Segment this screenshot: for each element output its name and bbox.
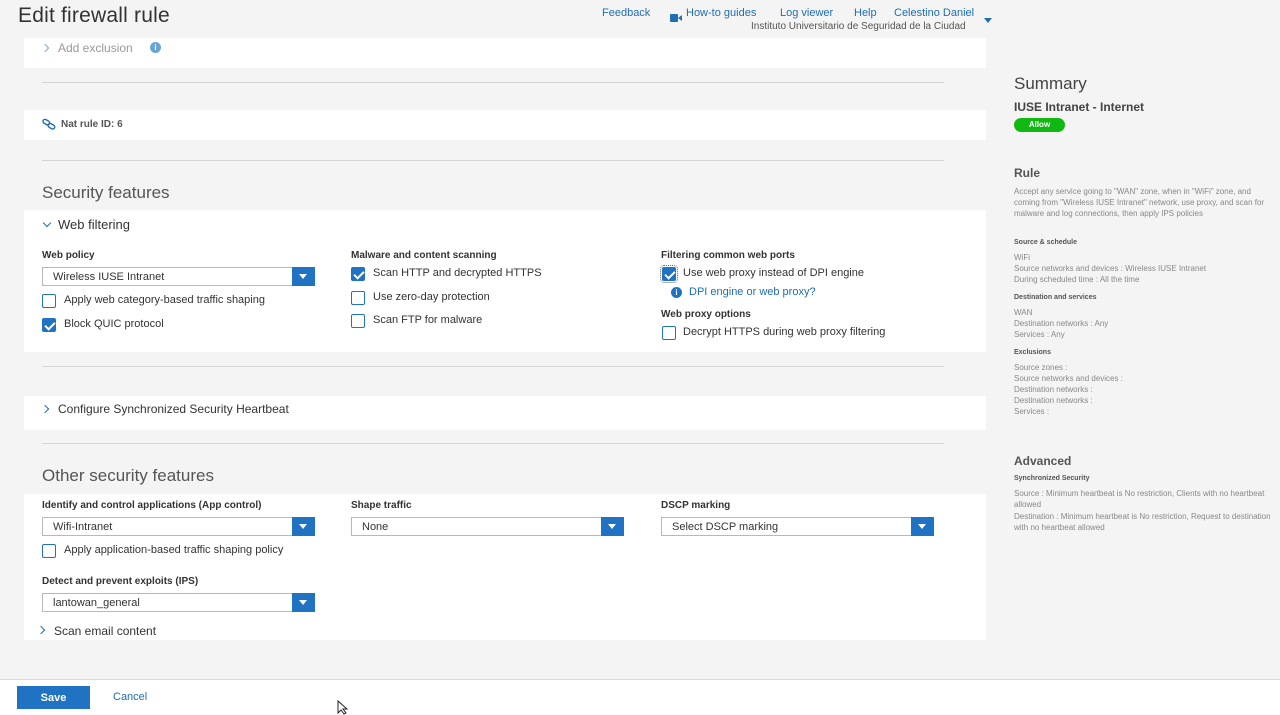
ips-select[interactable]: lantowan_general: [42, 593, 315, 612]
sync-destination-text: Destination : Minimum heartbeat is No re…: [1014, 512, 1271, 532]
chevron-right-icon[interactable]: [40, 404, 50, 414]
summary-line: Destination networks :: [1014, 396, 1093, 405]
summary-line: WAN: [1014, 308, 1033, 317]
save-button[interactable]: Save: [17, 686, 90, 709]
nat-rule-card: Nat rule ID: 6: [24, 110, 986, 140]
summary-line: Source zones :: [1014, 363, 1068, 372]
scan-http-checkbox[interactable]: [351, 267, 365, 281]
dscp-marking-label: DSCP marking: [661, 500, 731, 511]
summary-line: Services : Any: [1014, 330, 1065, 339]
heartbeat-card: Configure Synchronized Security Heartbea…: [24, 396, 986, 430]
how-to-guides-link[interactable]: How-to guides: [686, 7, 756, 19]
status-badge: Allow: [1014, 118, 1065, 132]
video-camera-icon: [670, 9, 682, 22]
help-link[interactable]: Help: [854, 7, 877, 19]
dropdown-arrow-icon[interactable]: [292, 267, 315, 286]
add-exclusion-link[interactable]: Add exclusion: [58, 41, 133, 55]
use-web-proxy-checkbox[interactable]: [660, 265, 678, 283]
synchronized-security-heading: Synchronized Security: [1014, 475, 1090, 482]
caret-down-icon[interactable]: [984, 10, 992, 23]
web-filtering-toggle[interactable]: Web filtering: [58, 217, 130, 232]
summary-advanced-heading: Advanced: [1014, 454, 1072, 468]
footer-bar: Save Cancel: [0, 679, 1280, 715]
zero-day-checkbox[interactable]: [351, 291, 365, 305]
app-control-select[interactable]: Wifi-Intranet: [42, 517, 315, 536]
summary-line: Destination networks :: [1014, 385, 1093, 394]
apply-web-shaping-checkbox[interactable]: [42, 294, 56, 308]
web-filtering-card: Web filtering Web policy Wireless IUSE I…: [24, 210, 986, 352]
user-menu[interactable]: Celestino Daniel: [894, 7, 974, 19]
info-icon[interactable]: i: [150, 42, 161, 53]
nat-rule-id: Nat rule ID: 6: [61, 119, 123, 130]
organization-name: Instituto Universitario de Seguridad de …: [751, 21, 966, 32]
web-policy-value: Wireless IUSE Intranet: [53, 271, 165, 283]
dpi-engine-or-proxy-link[interactable]: DPI engine or web proxy?: [689, 286, 816, 298]
security-features-title: Security features: [42, 183, 170, 202]
mouse-cursor-icon: [337, 699, 349, 715]
dropdown-arrow-icon[interactable]: [601, 517, 624, 536]
app-control-label: Identify and control applications (App c…: [42, 500, 262, 511]
ips-value: lantowan_general: [53, 597, 140, 609]
destination-services-heading: Destination and services: [1014, 294, 1097, 301]
block-quic-label: Block QUIC protocol: [64, 318, 164, 330]
filtering-web-ports-label: Filtering common web ports: [661, 250, 795, 261]
use-web-proxy-label: Use web proxy instead of DPI engine: [683, 267, 864, 279]
divider: [42, 443, 944, 444]
summary-line: WiFi: [1014, 253, 1030, 262]
sync-source-text: Source : Minimum heartbeat is No restric…: [1014, 489, 1265, 509]
page-title: Edit firewall rule: [18, 4, 170, 27]
shape-traffic-value: None: [362, 521, 389, 533]
other-security-features-title: Other security features: [42, 466, 214, 485]
shape-traffic-label: Shape traffic: [351, 500, 412, 511]
scan-email-toggle[interactable]: Scan email content: [54, 624, 156, 638]
exclusions-heading: Exclusions: [1014, 349, 1051, 356]
summary-line: Source networks and devices : Wireless I…: [1014, 264, 1207, 273]
heartbeat-toggle[interactable]: Configure Synchronized Security Heartbea…: [58, 402, 289, 416]
info-icon[interactable]: i: [671, 287, 682, 298]
decrypt-https-label: Decrypt HTTPS during web proxy filtering: [683, 326, 886, 338]
exclusion-card: Add exclusion i: [24, 38, 986, 68]
summary-rule-heading: Rule: [1014, 166, 1041, 180]
ips-label: Detect and prevent exploits (IPS): [42, 576, 199, 587]
source-schedule-heading: Source & schedule: [1014, 239, 1078, 246]
shape-traffic-select[interactable]: None: [351, 517, 624, 536]
feedback-link[interactable]: Feedback: [602, 7, 650, 19]
summary-line: Source networks and devices :: [1014, 374, 1123, 383]
dropdown-arrow-icon[interactable]: [911, 517, 934, 536]
divider: [42, 366, 944, 367]
chevron-right-icon[interactable]: [40, 43, 50, 53]
app-control-value: Wifi-Intranet: [53, 521, 113, 533]
chevron-down-icon[interactable]: [42, 218, 52, 228]
block-quic-checkbox[interactable]: [42, 318, 56, 332]
app-shaping-label: Apply application-based traffic shaping …: [64, 544, 284, 556]
app-shaping-checkbox[interactable]: [42, 544, 56, 558]
web-policy-select[interactable]: Wireless IUSE Intranet: [42, 267, 315, 286]
summary-rule-name: IUSE Intranet - Internet: [1014, 100, 1145, 114]
divider: [42, 82, 944, 83]
dropdown-arrow-icon[interactable]: [292, 593, 315, 612]
web-proxy-options-label: Web proxy options: [661, 309, 751, 320]
summary-line: During scheduled time : All the time: [1014, 275, 1140, 284]
apply-web-shaping-label: Apply web category-based traffic shaping: [64, 294, 265, 306]
zero-day-label: Use zero-day protection: [373, 291, 490, 303]
summary-title: Summary: [1014, 74, 1087, 93]
dropdown-arrow-icon[interactable]: [292, 517, 315, 536]
summary-line: Destination networks : Any: [1014, 319, 1109, 328]
summary-rule-description: Accept any service going to "WAN" zone, …: [1014, 187, 1265, 218]
scan-http-label: Scan HTTP and decrypted HTTPS: [373, 267, 542, 279]
cancel-button[interactable]: Cancel: [113, 691, 147, 703]
scan-ftp-label: Scan FTP for malware: [373, 314, 483, 326]
summary-line: Services :: [1014, 407, 1050, 416]
malware-scanning-label: Malware and content scanning: [351, 250, 497, 261]
divider: [42, 160, 944, 161]
chevron-right-icon[interactable]: [36, 625, 46, 635]
decrypt-https-checkbox[interactable]: [662, 326, 676, 340]
web-policy-label: Web policy: [42, 250, 95, 261]
dscp-marking-value: Select DSCP marking: [672, 521, 779, 533]
other-features-card: Identify and control applications (App c…: [24, 494, 986, 640]
log-viewer-link[interactable]: Log viewer: [780, 7, 833, 19]
dscp-marking-select[interactable]: Select DSCP marking: [661, 517, 934, 536]
link-icon: [42, 117, 56, 130]
scan-ftp-checkbox[interactable]: [351, 314, 365, 328]
